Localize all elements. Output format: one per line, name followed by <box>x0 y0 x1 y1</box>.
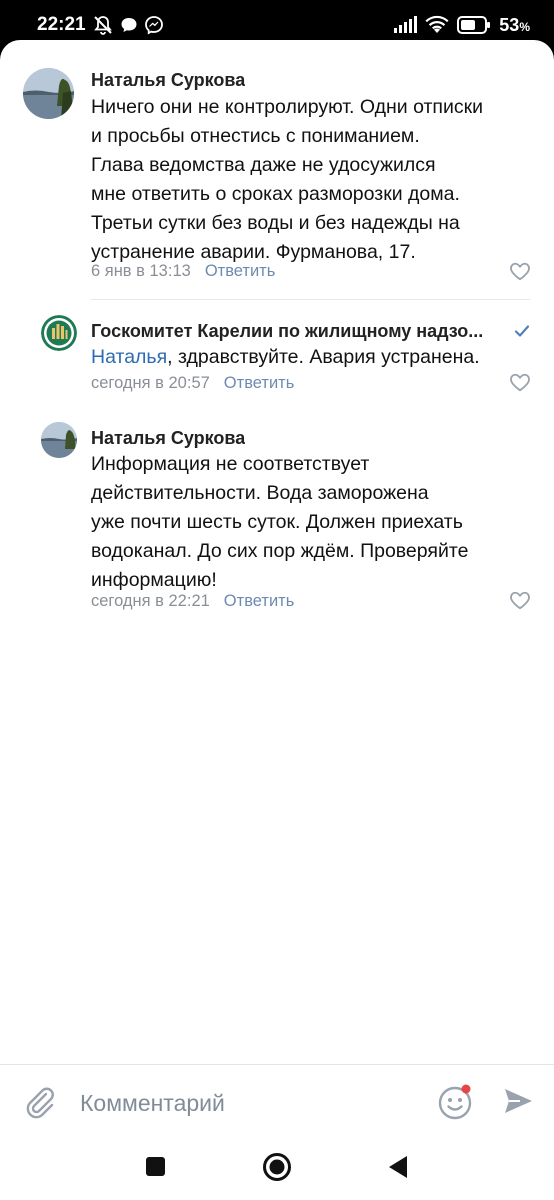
avatar[interactable] <box>41 422 77 458</box>
comment-text-line: мне ответить о сроках разморозки дома. <box>91 183 460 205</box>
emoji-icon[interactable] <box>437 1083 475 1121</box>
comment-text-line: Ничего они не контролируют. Одни отписки <box>91 96 484 118</box>
avatar[interactable] <box>23 68 74 119</box>
chat-bubble-icon <box>121 18 137 32</box>
comment-author[interactable]: Госкомитет Карелии по жилищному надзо... <box>91 321 509 342</box>
comment-time: сегодня в 20:57 <box>91 374 210 392</box>
reply-button[interactable]: Ответить <box>224 374 295 392</box>
send-icon[interactable] <box>502 1085 534 1117</box>
like-heart-icon[interactable] <box>509 590 531 610</box>
reply-button[interactable]: Ответить <box>224 592 295 610</box>
like-heart-icon[interactable] <box>509 261 531 281</box>
status-system-icons: 53% <box>393 14 530 36</box>
battery-unit: % <box>519 19 530 34</box>
comment-divider <box>91 299 530 300</box>
comment-time: сегодня в 22:21 <box>91 592 210 610</box>
recents-icon[interactable] <box>146 1157 165 1176</box>
home-icon[interactable] <box>262 1152 292 1182</box>
comment-text-line: и просьбы отнестись с пониманием. <box>91 125 420 147</box>
comment-meta: сегодня в 22:21 Ответить <box>91 592 294 611</box>
messenger-icon <box>145 16 163 35</box>
comment-author[interactable]: Наталья Суркова <box>91 70 245 91</box>
comment-author[interactable]: Наталья Суркова <box>91 428 245 449</box>
status-notification-icons <box>92 14 164 36</box>
comment-text-line: Информация не соответствует <box>91 453 370 475</box>
comment-text-line: водоканал. До сих пор ждём. Проверяйте <box>91 540 469 562</box>
avatar[interactable] <box>41 315 77 351</box>
comment-text-line: уже почти шесть суток. Должен приехать <box>91 511 463 533</box>
reply-button[interactable]: Ответить <box>205 262 276 280</box>
comment-input[interactable] <box>80 1083 410 1123</box>
comment-meta: 6 янв в 13:13 Ответить <box>91 262 275 281</box>
battery-level: 53% <box>499 15 530 36</box>
comment-text-line: Третьи сутки без воды и без надежды на <box>91 212 460 234</box>
comment-text: Информация не соответствует действительн… <box>91 450 468 595</box>
comment-text-line: Глава ведомства даже не удосужился <box>91 154 436 176</box>
comment-composer <box>0 1064 554 1139</box>
notification-dot <box>461 1084 471 1094</box>
wifi-icon <box>425 15 449 33</box>
attach-icon[interactable] <box>23 1085 57 1119</box>
battery-icon <box>457 16 491 34</box>
comment-text-rest: , здравствуйте. Авария устранена. <box>167 346 480 368</box>
mention-link[interactable]: Наталья <box>91 346 167 368</box>
like-heart-icon[interactable] <box>509 372 531 392</box>
comment-time: 6 янв в 13:13 <box>91 262 191 280</box>
battery-percent: 53 <box>499 14 520 35</box>
comments-sheet: Наталья Суркова Ничего они не контролиру… <box>0 40 554 1200</box>
comment-text-line: действительности. Вода заморожена <box>91 482 429 504</box>
status-time: 22:21 <box>37 14 86 35</box>
comment-text: Наталья, здравствуйте. Авария устранена. <box>91 343 480 372</box>
muted-notifications-icon <box>94 16 112 35</box>
comment-text: Ничего они не контролируют. Одни отписки… <box>91 93 483 267</box>
comment-text-line: Наталья, здравствуйте. Авария устранена. <box>91 343 480 372</box>
comment-meta: сегодня в 20:57 Ответить <box>91 374 294 393</box>
back-icon[interactable] <box>387 1154 409 1180</box>
verified-check-icon <box>514 325 530 337</box>
signal-icon <box>394 16 418 33</box>
comment-text-line: информацию! <box>91 569 217 591</box>
system-nav-bar <box>0 1138 554 1200</box>
